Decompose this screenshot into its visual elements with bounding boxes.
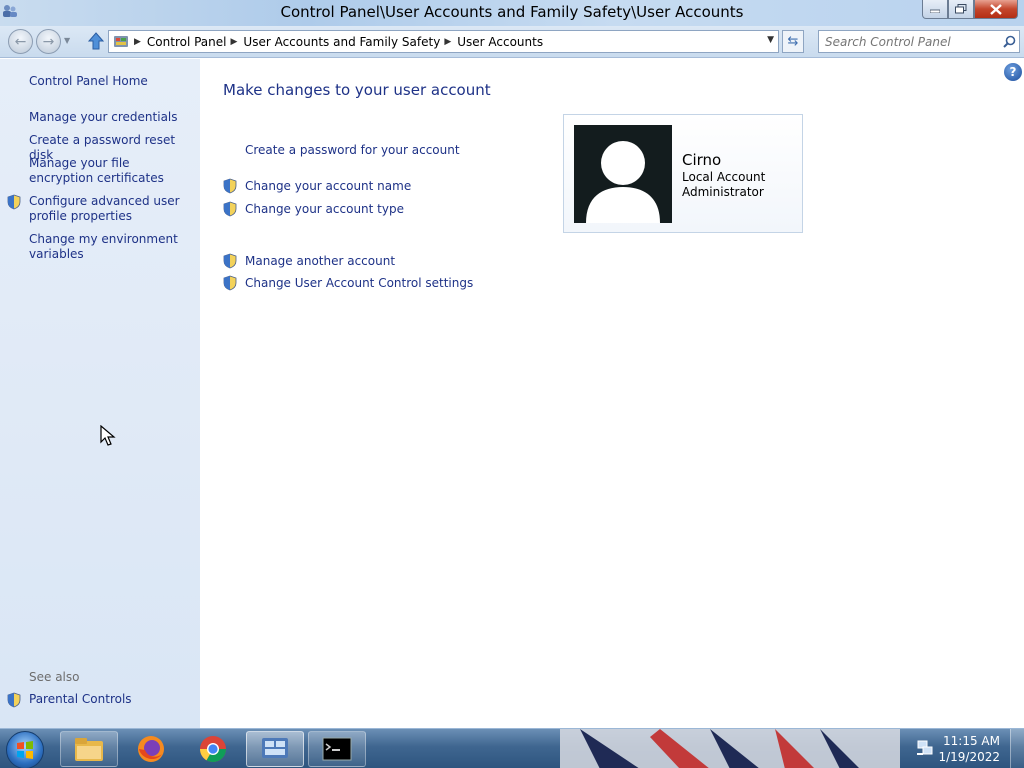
title-bar: Control Panel\User Accounts and Family S… [0, 0, 1024, 26]
address-bar[interactable]: ▶ Control Panel ▶ User Accounts and Fami… [108, 30, 779, 53]
back-button[interactable]: ← [8, 29, 33, 54]
taskbar-command-prompt[interactable] [308, 731, 366, 767]
avatar [574, 125, 672, 223]
close-button[interactable] [974, 0, 1018, 19]
uac-shield-icon [223, 201, 237, 217]
sidebar-item-environment-variables[interactable]: Change my environment variables [29, 232, 194, 262]
clock-date[interactable]: 1/19/2022 [938, 750, 1000, 764]
task-create-password[interactable]: Create a password for your account [245, 143, 460, 157]
taskbar-explorer[interactable] [60, 731, 118, 767]
page-title: Make changes to your user account [223, 81, 491, 99]
recent-pages-dropdown[interactable]: ▼ [64, 36, 70, 45]
command-prompt-icon [322, 737, 352, 761]
account-card: Cirno Local Account Administrator [563, 114, 803, 233]
minimize-icon [930, 9, 940, 13]
folder-icon [75, 738, 103, 761]
see-also-label: See also [29, 670, 80, 684]
sidebar-item-file-encryption-certificates[interactable]: Manage your file encryption certificates [29, 156, 194, 186]
uac-shield-icon [7, 692, 21, 708]
uac-shield-icon [223, 178, 237, 194]
chevron-down-icon: ▼ [64, 36, 71, 45]
restore-icon [955, 4, 967, 14]
search-box[interactable] [818, 30, 1020, 53]
up-button[interactable] [86, 31, 106, 51]
account-role: Administrator [682, 185, 764, 199]
refresh-icon: ⇆ [787, 34, 799, 49]
user-silhouette-icon [586, 141, 660, 223]
mouse-cursor-icon [100, 425, 116, 446]
breadcrumb-control-panel[interactable]: Control Panel [147, 35, 227, 49]
control-panel-icon [262, 738, 288, 758]
arrow-up-icon [88, 32, 104, 50]
breadcrumb-separator[interactable]: ▶ [134, 37, 141, 47]
taskbar-chrome[interactable] [184, 731, 242, 767]
arrow-left-icon: ← [14, 33, 27, 50]
task-pane: Control Panel Home Manage your credentia… [0, 59, 200, 728]
arrow-right-icon: → [42, 33, 55, 50]
chevron-down-icon: ▼ [767, 35, 774, 45]
address-dropdown[interactable]: ▼ [767, 35, 774, 45]
breadcrumb-user-accounts[interactable]: User Accounts [457, 35, 543, 49]
sidebar-item-manage-credentials[interactable]: Manage your credentials [29, 110, 194, 125]
navigation-bar: ← → ▼ ▶ Control Panel ▶ User Accounts an… [0, 26, 1024, 58]
task-manage-another-account[interactable]: Manage another account [245, 254, 395, 268]
sidebar-item-parental-controls[interactable]: Parental Controls [29, 692, 194, 707]
main-content: ? Make changes to your user account Crea… [200, 59, 1024, 728]
window-title: Control Panel\User Accounts and Family S… [280, 3, 744, 21]
chrome-icon [199, 736, 227, 763]
breadcrumb-user-accounts-family-safety[interactable]: User Accounts and Family Safety [243, 35, 440, 49]
network-icon[interactable] [916, 739, 934, 757]
task-change-account-type[interactable]: Change your account type [245, 202, 404, 216]
breadcrumb-separator[interactable]: ▶ [444, 37, 451, 47]
control-panel-icon [114, 35, 128, 47]
task-uac-settings[interactable]: Change User Account Control settings [245, 276, 473, 290]
taskbar-control-panel[interactable] [246, 731, 304, 767]
taskbar: 11:15 AM 1/19/2022 [0, 728, 1024, 768]
close-icon [990, 3, 1002, 15]
task-change-account-name[interactable]: Change your account name [245, 179, 411, 193]
uac-shield-icon [7, 194, 21, 210]
refresh-button[interactable]: ⇆ [782, 30, 804, 53]
uac-shield-icon [223, 275, 237, 291]
account-type: Local Account [682, 170, 766, 184]
minimize-button[interactable] [922, 0, 948, 19]
search-button[interactable] [999, 32, 1019, 52]
search-icon [1002, 35, 1015, 48]
firefox-icon [138, 736, 164, 762]
taskbar-firefox[interactable] [122, 731, 180, 767]
restore-button[interactable] [948, 0, 974, 19]
system-tray: 11:15 AM 1/19/2022 [914, 729, 1024, 768]
sidebar-item-control-panel-home[interactable]: Control Panel Home [29, 74, 194, 89]
windows-logo-icon [17, 741, 33, 759]
breadcrumb-separator[interactable]: ▶ [231, 37, 238, 47]
sidebar-item-advanced-profile-properties[interactable]: Configure advanced user profile properti… [29, 194, 194, 224]
search-input[interactable] [819, 31, 999, 52]
forward-button[interactable]: → [36, 29, 61, 54]
show-desktop-button[interactable] [1010, 729, 1024, 768]
clock-time[interactable]: 11:15 AM [943, 734, 1000, 748]
wallpaper-peek [560, 729, 900, 768]
help-button[interactable]: ? [1004, 63, 1022, 81]
help-icon: ? [1009, 65, 1017, 79]
uac-shield-icon [223, 253, 237, 269]
account-name: Cirno [682, 151, 722, 169]
start-button[interactable] [6, 731, 44, 768]
